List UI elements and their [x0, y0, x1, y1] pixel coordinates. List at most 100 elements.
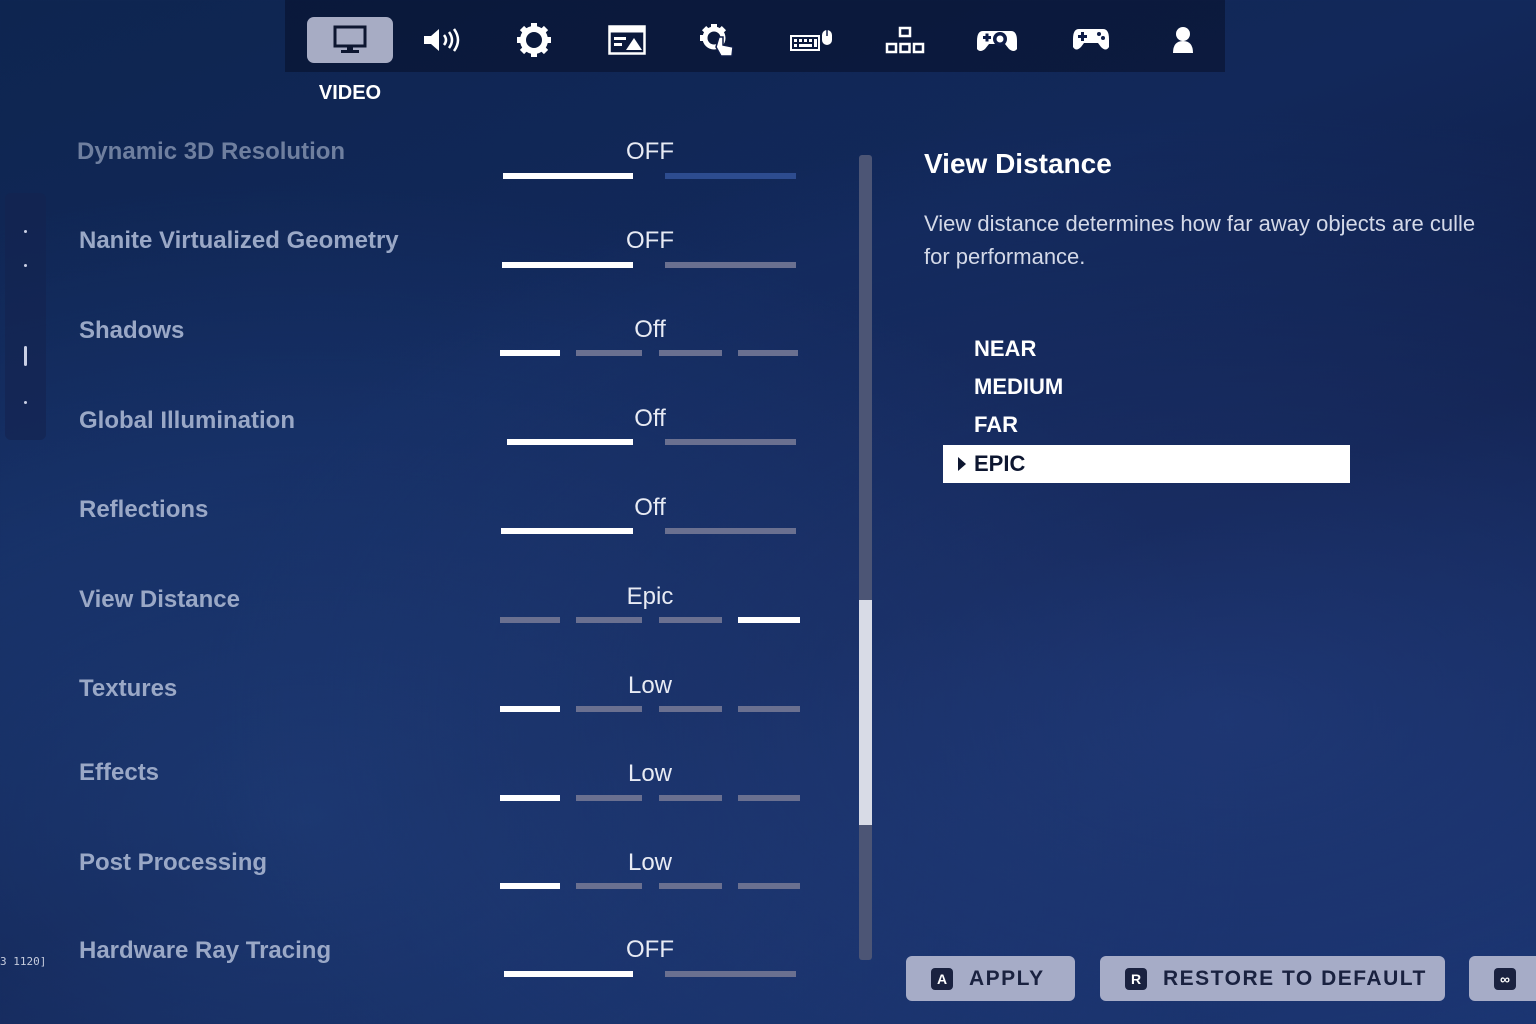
apply-button-label: APPLY — [969, 966, 1045, 990]
display-panel-icon — [608, 25, 646, 55]
setting-label: Textures — [79, 675, 178, 702]
level-bar-4[interactable] — [738, 350, 798, 356]
tab-video[interactable] — [307, 17, 393, 63]
option-epic-selected[interactable]: EPIC — [943, 445, 1350, 483]
setting-row-hardware-ray-tracing[interactable]: Hardware Ray Tracing OFF — [0, 934, 830, 994]
toggle-bar-on[interactable] — [665, 528, 796, 534]
setting-value: OFF — [626, 227, 674, 254]
tab-network[interactable] — [862, 17, 948, 63]
key-r-icon: R — [1125, 967, 1147, 990]
setting-row-nanite-virtualized-geometry[interactable]: Nanite Virtualized Geometry OFF — [0, 224, 830, 284]
extra-button[interactable]: ∞ — [1469, 956, 1536, 1001]
toggle-bar-on[interactable] — [665, 173, 796, 179]
level-bar-2[interactable] — [576, 795, 642, 801]
level-bar-4[interactable] — [738, 883, 800, 889]
gamepad-icon — [1073, 29, 1109, 50]
level-bar-1[interactable] — [500, 350, 560, 356]
level-bar-2[interactable] — [576, 350, 642, 356]
toggle-bar-off[interactable] — [507, 439, 633, 445]
setting-label: Global Illumination — [79, 407, 295, 434]
setting-row-post-processing[interactable]: Post Processing Low — [0, 846, 830, 906]
setting-value: Low — [627, 849, 673, 876]
toggle-bar-on[interactable] — [665, 971, 796, 977]
caret-right-icon — [958, 457, 966, 471]
toggle-bar-off[interactable] — [504, 971, 633, 977]
setting-row-dynamic-3d-resolution[interactable]: Dynamic 3D Resolution OFF — [0, 135, 830, 195]
option-medium[interactable]: MEDIUM — [974, 374, 1063, 400]
controller-gear-icon — [977, 31, 1017, 51]
detail-title: View Distance — [924, 148, 1112, 179]
detail-description-line: for performance. — [924, 244, 1086, 269]
setting-label: View Distance — [79, 586, 240, 613]
setting-label: Reflections — [79, 496, 209, 523]
level-bar-2[interactable] — [576, 617, 642, 623]
option-far[interactable]: FAR — [974, 412, 1018, 438]
option-near[interactable]: NEAR — [974, 336, 1036, 362]
account-icon — [1173, 27, 1193, 53]
level-bar-4[interactable] — [738, 617, 800, 623]
setting-label: Hardware Ray Tracing — [79, 937, 332, 964]
toggle-bar-off[interactable] — [501, 528, 633, 534]
level-bar-3[interactable] — [659, 706, 722, 712]
tab-keyboard-mouse[interactable] — [769, 17, 855, 63]
scrollbar-thumb[interactable] — [859, 600, 872, 825]
toggle-bar-off[interactable] — [502, 262, 633, 268]
setting-value: Low — [627, 760, 673, 787]
keyboard-mouse-icon — [790, 30, 832, 51]
corner-readout: 3 1120] — [0, 955, 47, 968]
setting-row-shadows[interactable]: Shadows Off — [0, 314, 830, 374]
setting-label: Post Processing — [79, 849, 268, 876]
tab-audio[interactable] — [399, 17, 485, 63]
key-a-icon: A — [931, 967, 953, 990]
level-bar-3[interactable] — [659, 883, 722, 889]
tab-account[interactable] — [1140, 17, 1226, 63]
level-bar-2[interactable] — [576, 706, 642, 712]
toggle-bar-on[interactable] — [665, 439, 796, 445]
setting-value: Off — [634, 405, 666, 432]
setting-value: Off — [634, 494, 666, 521]
setting-value: Epic — [626, 583, 674, 610]
level-bar-1[interactable] — [500, 883, 560, 889]
detail-description-line: View distance determines how far away ob… — [924, 211, 1476, 236]
tab-controller-settings[interactable] — [954, 17, 1040, 63]
touch-gear-icon — [700, 24, 734, 57]
tab-controller[interactable] — [1048, 17, 1134, 63]
setting-label: Effects — [79, 759, 160, 786]
level-bar-4[interactable] — [738, 706, 800, 712]
restore-button-label: RESTORE TO DEFAULT — [1163, 966, 1427, 990]
level-bar-4[interactable] — [738, 795, 800, 801]
speaker-icon — [424, 28, 460, 52]
detail-description: View distance determines how far away ob… — [924, 207, 1536, 273]
setting-value: OFF — [626, 138, 674, 165]
level-bar-3[interactable] — [659, 617, 722, 623]
setting-value: Off — [634, 316, 666, 343]
gear-icon — [517, 23, 551, 57]
settings-scrollbar[interactable] — [859, 155, 872, 960]
apply-button[interactable]: A APPLY — [906, 956, 1075, 1001]
toggle-bar-on[interactable] — [665, 262, 796, 268]
setting-row-global-illumination[interactable]: Global Illumination Off — [0, 404, 830, 464]
level-bar-1[interactable] — [500, 617, 560, 623]
setting-value: Low — [627, 672, 673, 699]
monitor-icon — [333, 25, 367, 53]
setting-row-reflections[interactable]: Reflections Off — [0, 493, 830, 553]
level-bar-1[interactable] — [500, 795, 560, 801]
active-tab-label: VIDEO — [318, 82, 382, 104]
network-icon — [885, 26, 925, 54]
level-bar-2[interactable] — [576, 883, 642, 889]
level-bar-3[interactable] — [659, 350, 722, 356]
setting-value: OFF — [626, 936, 674, 963]
restore-default-button[interactable]: R RESTORE TO DEFAULT — [1100, 956, 1445, 1001]
setting-row-effects[interactable]: Effects Low — [0, 756, 830, 816]
tab-game[interactable] — [491, 17, 577, 63]
tab-touch[interactable] — [676, 17, 762, 63]
level-bar-1[interactable] — [500, 706, 560, 712]
level-bar-3[interactable] — [659, 795, 722, 801]
selected-option-label: EPIC — [974, 451, 1026, 476]
toggle-bar-off[interactable] — [503, 173, 633, 179]
setting-label: Dynamic 3D Resolution — [77, 138, 346, 165]
tab-display[interactable] — [584, 17, 670, 63]
setting-row-view-distance[interactable]: View Distance Epic — [0, 583, 830, 643]
setting-label: Shadows — [79, 317, 185, 344]
setting-row-textures[interactable]: Textures Low — [0, 672, 830, 732]
